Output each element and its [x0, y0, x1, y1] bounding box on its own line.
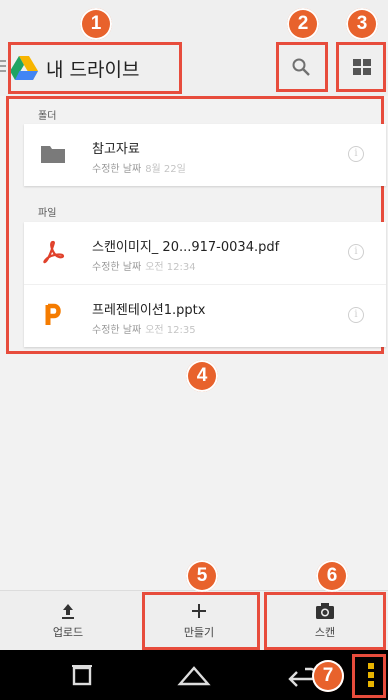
list-item[interactable]: 프레젠테이션1.pptx 수정한 날짜 오전 12:35 i: [24, 284, 386, 347]
modified-time: 8월 22일: [145, 164, 186, 175]
camera-icon: [316, 603, 334, 619]
info-icon[interactable]: i: [348, 307, 364, 323]
slides-icon: [45, 303, 61, 325]
list-item[interactable]: 참고자료 수정한 날짜 8월 22일 i: [24, 124, 386, 186]
scan-label: 스캔: [314, 626, 336, 639]
create-button[interactable]: 만들기: [136, 591, 262, 651]
folders-section-label: 폴더: [38, 111, 57, 122]
files-section-label: 파일: [38, 208, 57, 219]
app-bar: 내 드라이브: [0, 0, 388, 96]
callout-badge: 1: [80, 8, 112, 40]
modified-label: 수정한 날짜: [92, 262, 142, 273]
callout-badge: 7: [312, 660, 344, 692]
info-icon[interactable]: i: [348, 146, 364, 162]
recent-apps-button[interactable]: [62, 660, 102, 690]
plus-icon: [192, 604, 206, 618]
callout-badge: 6: [316, 560, 348, 592]
upload-icon: [62, 604, 74, 619]
file-meta: 수정한 날짜 오전 12:34: [92, 258, 196, 273]
create-label: 만들기: [183, 626, 215, 639]
modified-label: 수정한 날짜: [92, 164, 142, 175]
menu-icon[interactable]: [0, 60, 6, 76]
list-item[interactable]: 스캔이미지_ 20...917-0034.pdf 수정한 날짜 오전 12:34 …: [24, 222, 386, 284]
search-icon: [292, 58, 310, 76]
search-button[interactable]: [278, 44, 324, 90]
modified-label: 수정한 날짜: [92, 325, 142, 336]
folder-list: 참고자료 수정한 날짜 8월 22일 i: [24, 124, 386, 186]
folder-icon: [41, 146, 65, 163]
grid-view-button[interactable]: [339, 44, 385, 90]
callout-badge: 3: [346, 8, 378, 40]
drive-title-button[interactable]: 내 드라이브: [10, 44, 180, 92]
page-title: 내 드라이브: [46, 58, 140, 81]
google-drive-logo: [10, 56, 38, 80]
bottom-action-bar: 업로드 만들기 스캔: [0, 590, 388, 651]
file-name: 프레젠테이션1.pptx: [92, 303, 206, 318]
modified-time: 오전 12:35: [145, 325, 196, 336]
callout-badge: 4: [186, 360, 218, 392]
grid-view-icon: [353, 59, 371, 75]
upload-button[interactable]: 업로드: [0, 591, 136, 651]
pdf-icon: [43, 240, 65, 264]
folder-meta: 수정한 날짜 8월 22일: [92, 160, 186, 175]
callout-badge: 5: [186, 560, 218, 592]
upload-label: 업로드: [52, 626, 84, 639]
overflow-menu-button[interactable]: [360, 658, 382, 692]
callout-badge: 2: [287, 8, 319, 40]
file-name: 스캔이미지_ 20...917-0034.pdf: [92, 240, 280, 255]
recent-apps-icon: [72, 665, 92, 686]
info-icon[interactable]: i: [348, 244, 364, 260]
file-list: 스캔이미지_ 20...917-0034.pdf 수정한 날짜 오전 12:34 …: [24, 222, 386, 347]
modified-time: 오전 12:34: [145, 262, 196, 273]
more-vert-icon: [368, 663, 374, 687]
home-button[interactable]: [170, 660, 218, 690]
home-icon: [177, 666, 211, 686]
scan-button[interactable]: 스캔: [262, 591, 388, 651]
file-meta: 수정한 날짜 오전 12:35: [92, 321, 196, 336]
folder-name: 참고자료: [92, 142, 140, 157]
